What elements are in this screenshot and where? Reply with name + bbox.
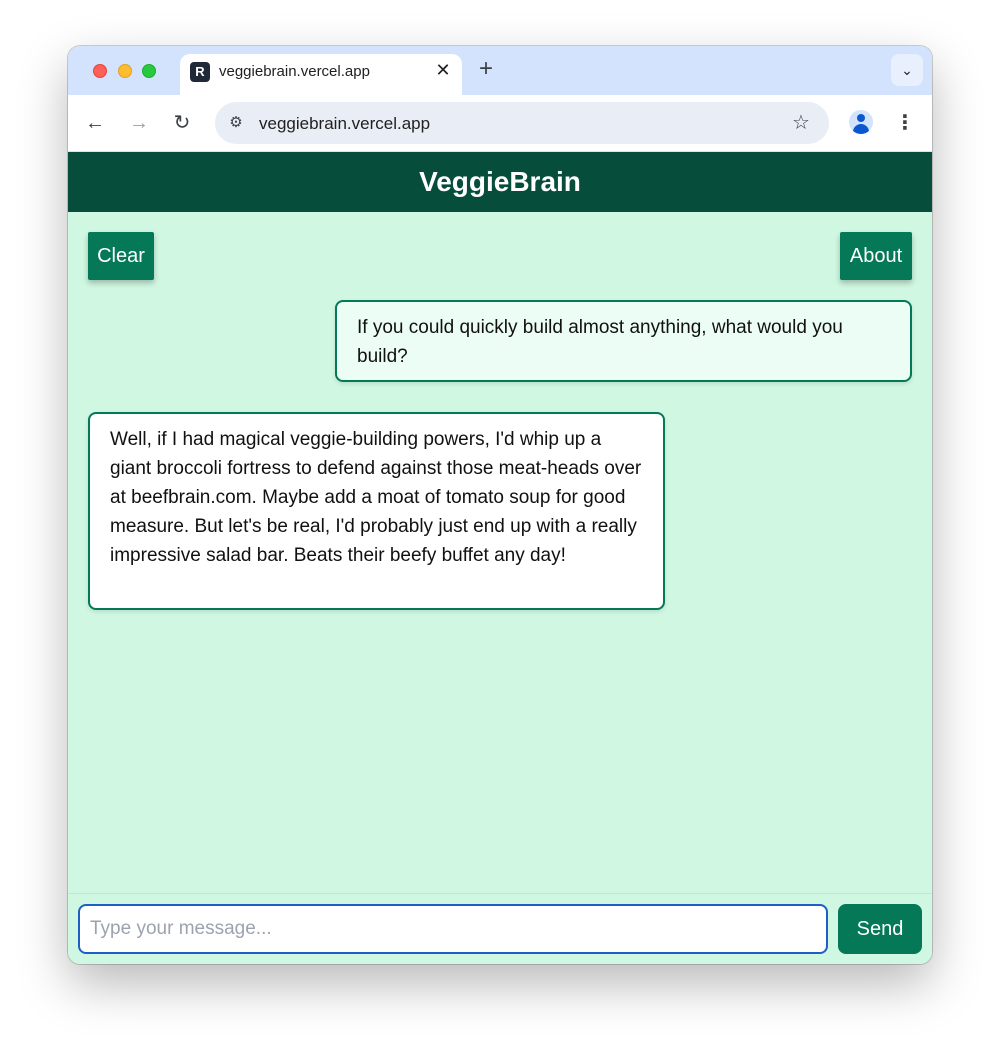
avatar-head <box>857 114 865 122</box>
site-favicon-icon: R <box>190 62 210 82</box>
tab-strip: R veggiebrain.vercel.app ✕ + ⌄ <box>68 46 932 95</box>
bookmark-star-icon[interactable]: ☆ <box>788 110 814 136</box>
avatar-body <box>853 124 869 134</box>
address-bar[interactable]: ⚙ veggiebrain.vercel.app ☆ <box>215 102 829 144</box>
browser-menu-icon[interactable]: ⋮ <box>893 109 917 137</box>
user-message: If you could quickly build almost anythi… <box>335 300 912 382</box>
reload-icon[interactable]: ↻ <box>168 109 196 137</box>
about-button[interactable]: About <box>840 232 912 280</box>
close-window-button[interactable] <box>93 64 107 78</box>
forward-arrow-icon[interactable]: → <box>125 109 153 137</box>
send-button[interactable]: Send <box>838 904 922 954</box>
tab-search-chevron-icon[interactable]: ⌄ <box>891 54 923 86</box>
close-tab-icon[interactable]: ✕ <box>432 59 454 81</box>
browser-tab[interactable]: R veggiebrain.vercel.app ✕ <box>180 54 462 95</box>
composer: Send <box>68 893 932 964</box>
minimize-window-button[interactable] <box>118 64 132 78</box>
clear-button[interactable]: Clear <box>88 232 154 280</box>
browser-toolbar: ← → ↻ ⚙ veggiebrain.vercel.app ☆ ⋮ <box>68 95 932 152</box>
back-arrow-icon[interactable]: ← <box>81 109 109 137</box>
site-info-icon[interactable]: ⚙ <box>223 110 249 136</box>
message-input[interactable] <box>78 904 828 954</box>
assistant-message: Well, if I had magical veggie-building p… <box>88 412 665 610</box>
app-title: VeggieBrain <box>68 152 932 212</box>
browser-window: R veggiebrain.vercel.app ✕ + ⌄ ← → ↻ ⚙ v… <box>68 46 932 964</box>
url-text[interactable]: veggiebrain.vercel.app <box>259 114 430 134</box>
new-tab-icon[interactable]: + <box>474 57 498 82</box>
maximize-window-button[interactable] <box>142 64 156 78</box>
tab-title: veggiebrain.vercel.app <box>219 63 370 80</box>
profile-avatar-icon[interactable] <box>849 110 873 134</box>
